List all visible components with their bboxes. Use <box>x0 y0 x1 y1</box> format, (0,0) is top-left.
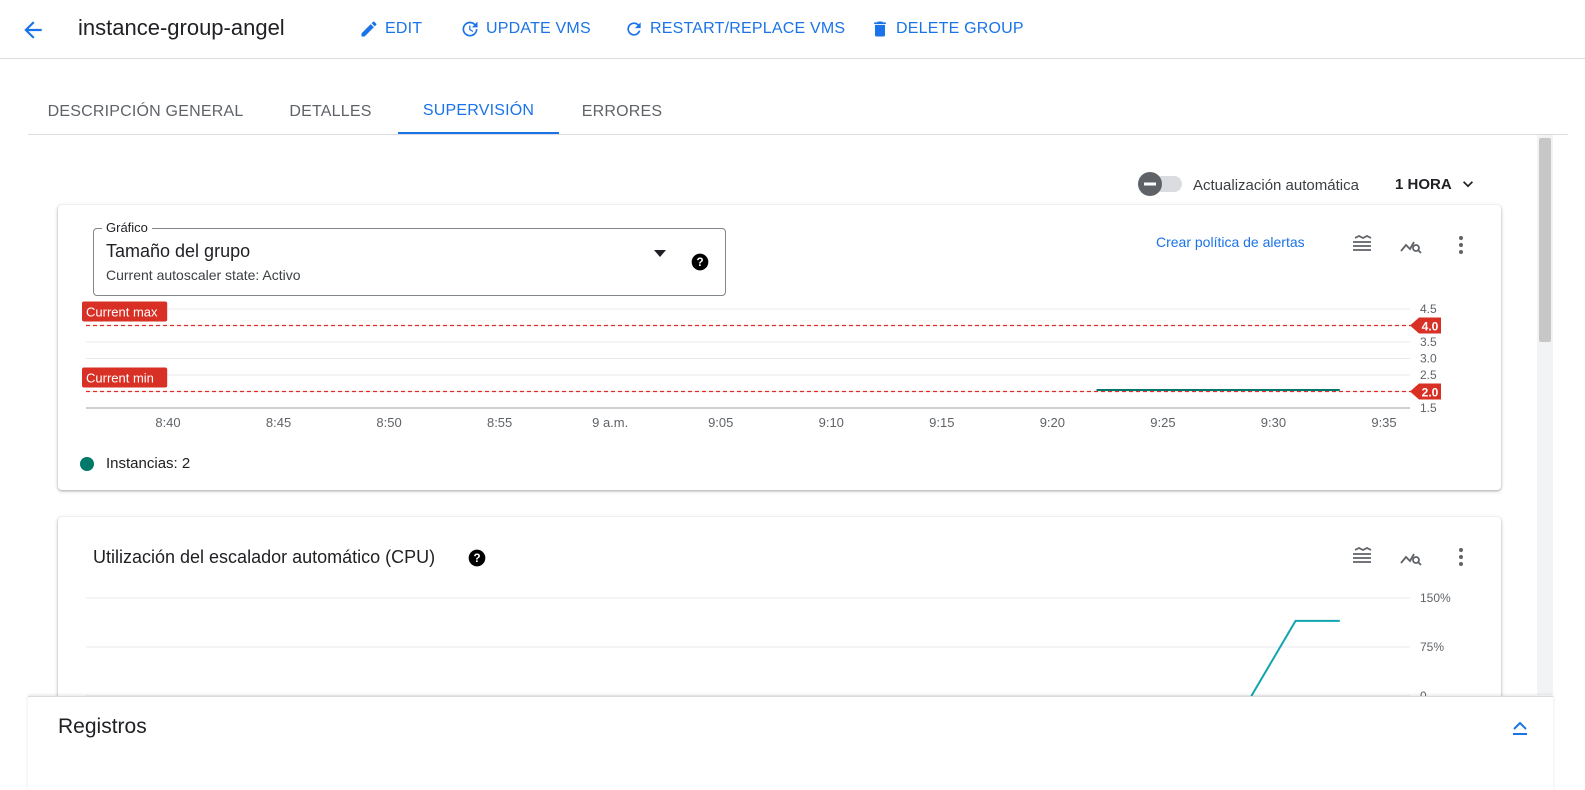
chevron-down-icon <box>1462 181 1473 188</box>
top-bar: instance-group-angel EDIT UPDATE VMS RES… <box>0 0 1585 59</box>
update-icon <box>462 21 478 37</box>
delete-group-label: DELETE GROUP <box>896 20 1024 37</box>
tab-bar: DESCRIPCIÓN GENERAL DETALLES SUPERVISIÓN… <box>28 90 1568 135</box>
x-tick-label: 9:15 <box>929 415 954 430</box>
x-tick-label: 9:30 <box>1261 415 1286 430</box>
threshold-value-label: 2.0 <box>1422 386 1439 400</box>
cpu-utilization-chart: 150%75%0 <box>86 591 1451 703</box>
x-tick-label: 8:50 <box>376 415 401 430</box>
refresh-icon <box>627 22 641 36</box>
x-tick-label: 9:05 <box>708 415 733 430</box>
y-tick-label: 150% <box>1420 591 1451 605</box>
tab-errores[interactable]: ERRORES <box>573 90 671 134</box>
group-size-card: Gráfico Tamaño del grupo Current autosca… <box>58 205 1501 490</box>
auto-refresh-toggle[interactable] <box>1138 172 1184 196</box>
y-tick-label: 3.0 <box>1420 352 1437 366</box>
time-range-dropdown[interactable]: 1 HORA <box>1395 174 1478 194</box>
threshold-tag-label: Current min <box>86 371 154 386</box>
update-vms-label: UPDATE VMS <box>486 20 591 37</box>
legend-dot <box>80 456 94 471</box>
y-tick-label: 3.5 <box>1420 335 1437 349</box>
x-tick-label: 9:35 <box>1371 415 1396 430</box>
restart-replace-vms-label: RESTART/REPLACE VMS <box>650 20 846 37</box>
page-title: instance-group-angel <box>78 15 285 40</box>
x-tick-label: 9:20 <box>1040 415 1065 430</box>
threshold-tag-label: Current max <box>86 305 158 320</box>
logs-panel: Registros <box>28 696 1553 790</box>
logs-panel-title: Registros <box>58 715 147 738</box>
back-arrow-icon[interactable] <box>20 17 46 43</box>
cpu-utilization-card: Utilización del escalador automático (CP… <box>58 517 1501 707</box>
x-tick-label: 8:55 <box>487 415 512 430</box>
x-tick-label: 9:25 <box>1150 415 1175 430</box>
y-tick-label: 2.5 <box>1420 368 1437 382</box>
update-vms-button[interactable]: UPDATE VMS <box>460 17 591 41</box>
scrollbar-thumb[interactable] <box>1539 138 1551 342</box>
tab-descripcion-general[interactable]: DESCRIPCIÓN GENERAL <box>28 90 263 134</box>
restart-replace-vms-button[interactable]: RESTART/REPLACE VMS <box>624 17 845 41</box>
tab-detalles[interactable]: DETALLES <box>278 90 383 134</box>
x-tick-label: 8:45 <box>266 415 291 430</box>
time-range-label: 1 HORA <box>1395 175 1452 193</box>
auto-refresh-label: Actualización automática <box>1193 177 1359 194</box>
group-size-chart: 4.5 3.5 3.0 2.5 1.5 8:40 8:45 8:50 8:55 9 a.m. 9:0… <box>82 301 1441 430</box>
expand-panel-icon[interactable] <box>1508 715 1532 739</box>
y-tick-label: 75% <box>1420 640 1444 654</box>
x-tick-label: 9 a.m. <box>592 415 628 430</box>
pencil-icon <box>361 21 377 37</box>
y-tick-label: 4.5 <box>1420 302 1437 316</box>
delete-group-button[interactable]: DELETE GROUP <box>870 17 1024 41</box>
edit-button-label: EDIT <box>385 20 423 37</box>
chart-legend: Instancias: 2 <box>80 455 190 472</box>
x-tick-label: 8:40 <box>155 415 180 430</box>
x-tick-label: 9:10 <box>819 415 844 430</box>
edit-button[interactable]: EDIT <box>359 17 422 41</box>
y-tick-label: 1.5 <box>1420 401 1437 415</box>
tab-supervision[interactable]: SUPERVISIÓN <box>398 90 559 134</box>
legend-label: Instancias: 2 <box>106 455 191 472</box>
series-line-cpu <box>1250 619 1340 697</box>
threshold-value-label: 4.0 <box>1422 320 1439 334</box>
trash-icon <box>874 21 886 37</box>
